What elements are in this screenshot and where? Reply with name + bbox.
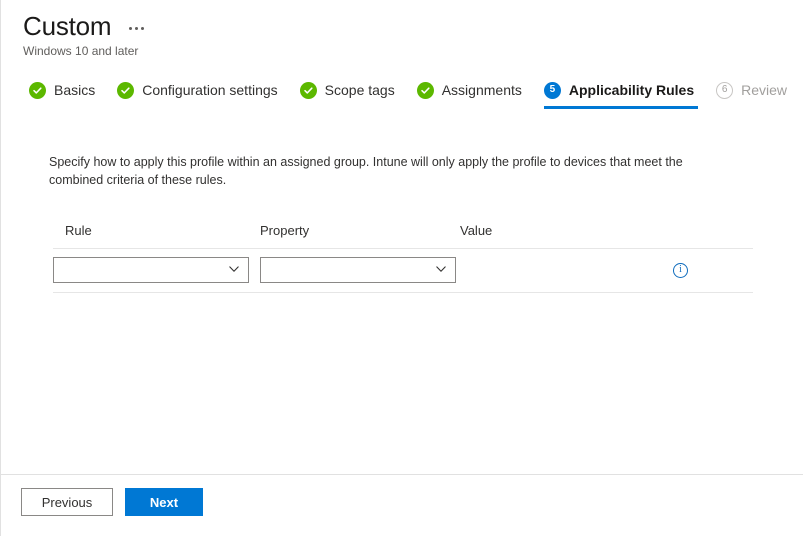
previous-button[interactable]: Previous <box>21 488 113 516</box>
check-icon <box>117 81 135 99</box>
cell-rule <box>53 257 253 283</box>
cell-value: i <box>459 262 753 278</box>
column-header-value: Value <box>460 223 493 238</box>
more-actions-button[interactable] <box>125 21 148 36</box>
check-icon <box>29 81 46 99</box>
blade-header: Custom Windows 10 and later <box>1 0 803 59</box>
section-description: Specify how to apply this profile within… <box>49 155 683 187</box>
blade-footer: Previous Next <box>1 474 803 536</box>
wizard-step-label: Scope tags <box>324 82 395 98</box>
ellipsis-dot-icon <box>135 26 139 30</box>
ellipsis-dot-icon <box>141 26 145 30</box>
property-dropdown[interactable] <box>260 257 456 283</box>
wizard-step-label: Assignments <box>441 82 522 98</box>
wizard-step-scope-tags[interactable]: Scope tags <box>299 81 409 109</box>
wizard-step-label: Applicability Rules <box>568 82 695 98</box>
info-icon[interactable]: i <box>673 262 688 278</box>
cell-property <box>253 257 459 283</box>
wizard-step-configuration-settings[interactable]: Configuration settings <box>117 81 291 109</box>
wizard-step-basics[interactable]: Basics <box>29 81 109 109</box>
column-header-property: Property <box>260 223 310 238</box>
check-icon <box>299 81 317 99</box>
ellipsis-dot-icon <box>129 26 133 30</box>
table-header-row: Rule Property Value <box>53 223 753 249</box>
applicability-rules-table: Rule Property Value i <box>53 223 753 293</box>
wizard-step-bar: Basics Configuration settings Scope tags <box>1 81 803 117</box>
title-row: Custom <box>23 10 803 42</box>
column-header-rule: Rule <box>65 223 92 238</box>
check-icon <box>416 81 434 99</box>
step-number-badge: 6 <box>716 81 734 99</box>
wizard-step-review[interactable]: 6 Review <box>716 81 801 109</box>
chevron-down-icon <box>228 263 240 278</box>
wizard-step-label: Configuration settings <box>142 82 278 98</box>
rule-dropdown[interactable] <box>53 257 249 283</box>
wizard-step-assignments[interactable]: Assignments <box>416 81 536 109</box>
blade-body: Specify how to apply this profile within… <box>1 117 803 474</box>
wizard-step-label: Review <box>741 82 788 98</box>
page-subtitle: Windows 10 and later <box>23 44 139 58</box>
chevron-down-icon <box>435 263 447 278</box>
step-number-badge: 5 <box>543 81 561 99</box>
configuration-profile-blade: Custom Windows 10 and later Basics Confi… <box>0 0 803 536</box>
table-row: i <box>53 249 753 293</box>
next-button[interactable]: Next <box>125 488 203 516</box>
page-title: Custom <box>23 11 112 41</box>
wizard-step-label: Basics <box>54 82 96 98</box>
wizard-step-applicability-rules[interactable]: 5 Applicability Rules <box>543 81 708 109</box>
